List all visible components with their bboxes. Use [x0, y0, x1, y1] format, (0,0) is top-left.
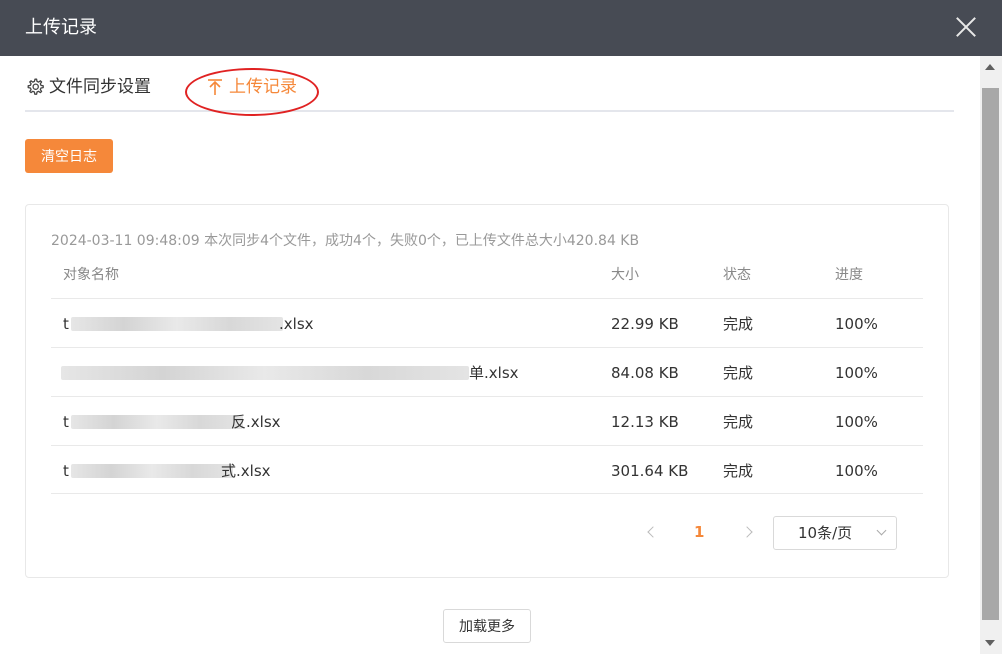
upload-progress: 100%: [835, 462, 878, 480]
clear-log-button[interactable]: 清空日志: [25, 139, 113, 173]
tab-sync-settings[interactable]: 文件同步设置: [25, 75, 151, 99]
file-size: 12.13 KB: [611, 413, 679, 431]
column-header-name: 对象名称: [63, 267, 119, 283]
column-header-size: 大小: [611, 267, 639, 283]
upload-status: 完成: [723, 413, 754, 431]
table-row: t 式.xlsx 301.64 KB 完成 100%: [51, 445, 923, 495]
upload-record-card: 2024-03-11 09:48:09 本次同步4个文件，成功4个，失败0个，已…: [25, 204, 949, 578]
redacted-filename: [71, 464, 233, 478]
upload-arrow-icon: [205, 77, 225, 97]
chevron-down-icon: [876, 525, 887, 536]
file-name-suffix: 式.xlsx: [221, 462, 271, 480]
page-size-value: 10条/页: [798, 524, 853, 542]
column-header-progress: 进度: [835, 267, 863, 283]
scroll-up-icon[interactable]: [985, 64, 995, 70]
upload-progress: 100%: [835, 364, 878, 382]
redacted-filename: [71, 317, 283, 331]
sync-summary: 2024-03-11 09:48:09 本次同步4个文件，成功4个，失败0个，已…: [51, 233, 640, 249]
tab-upload-records-label: 上传记录: [229, 77, 297, 97]
prev-page-icon[interactable]: [645, 525, 659, 539]
close-icon[interactable]: [950, 12, 982, 44]
vertical-scrollbar[interactable]: [980, 56, 1002, 654]
upload-status: 完成: [723, 364, 754, 382]
table-row: 单.xlsx 84.08 KB 完成 100%: [51, 347, 923, 397]
scroll-down-icon[interactable]: [985, 640, 995, 646]
file-size: 301.64 KB: [611, 462, 689, 480]
dialog-titlebar: 上传记录: [0, 0, 1002, 56]
redacted-filename: [61, 366, 469, 380]
column-header-status: 状态: [723, 267, 751, 283]
page-size-select[interactable]: 10条/页: [773, 516, 897, 550]
file-size: 22.99 KB: [611, 315, 679, 333]
tab-sync-settings-label: 文件同步设置: [49, 77, 151, 97]
table-row: t 反.xlsx 12.13 KB 完成 100%: [51, 396, 923, 446]
file-name-suffix: 反.xlsx: [231, 413, 281, 431]
tab-bar: 文件同步设置 上传记录: [25, 66, 954, 112]
tab-upload-records[interactable]: 上传记录: [205, 75, 297, 99]
upload-status: 完成: [723, 315, 754, 333]
gear-icon: [25, 77, 45, 97]
upload-status: 完成: [723, 462, 754, 480]
file-name-prefix: t: [63, 462, 69, 480]
next-page-icon[interactable]: [742, 525, 756, 539]
redacted-filename: [71, 415, 243, 429]
table-row: t .xlsx 22.99 KB 完成 100%: [51, 298, 923, 348]
file-name-suffix: .xlsx: [279, 315, 314, 333]
file-size: 84.08 KB: [611, 364, 679, 382]
upload-progress: 100%: [835, 315, 878, 333]
page-number-current[interactable]: 1: [694, 523, 704, 541]
file-name-prefix: t: [63, 413, 69, 431]
file-name-prefix: t: [63, 315, 69, 333]
upload-progress: 100%: [835, 413, 878, 431]
scroll-thumb[interactable]: [982, 88, 999, 620]
load-more-button[interactable]: 加载更多: [443, 609, 531, 643]
file-name-suffix: 单.xlsx: [469, 364, 519, 382]
table-bottom-border: [51, 493, 923, 494]
dialog-title: 上传记录: [25, 17, 97, 38]
